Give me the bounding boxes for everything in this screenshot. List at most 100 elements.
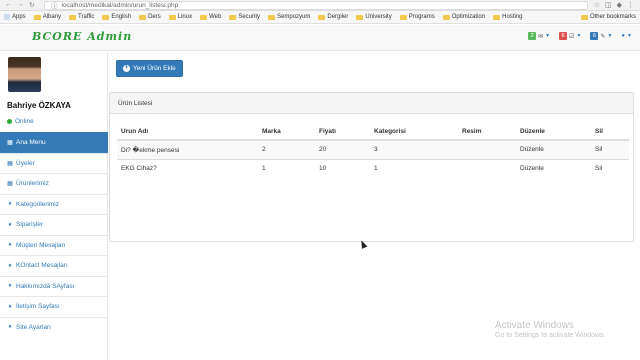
chevron-down-icon: ▼: [576, 33, 582, 39]
edit-link[interactable]: Düzenle: [520, 139, 595, 159]
bookmark-folder[interactable]: Albany: [33, 14, 61, 20]
windows-activation-watermark: Activate Windows Go to Settings to activ…: [495, 320, 606, 339]
header-icons: 2 ✉ ▼ 6 ☑ ▼ 6 ✎ ▼ ● ▼: [528, 32, 632, 40]
sidebar: Bahriye ÖZKAYA Online ▦ Ana Menu ▦ Üyeler …: [0, 52, 108, 360]
sidebar-item-iletisim[interactable]: ♦ İletişim Sayfası: [0, 296, 108, 317]
chevron-down-icon: ▼: [627, 33, 632, 39]
map-marker-icon: ♦: [8, 303, 12, 310]
tasks-dropdown[interactable]: 6 ☑ ▼: [559, 32, 581, 40]
map-marker-icon: ♦: [8, 283, 12, 290]
folder-icon: [442, 14, 450, 20]
user-dropdown[interactable]: ● ▼: [621, 33, 632, 39]
bookmark-folder[interactable]: Web: [200, 14, 221, 20]
folder-icon: [580, 14, 588, 20]
chevron-down-icon: ▼: [607, 33, 613, 39]
online-dot-icon: [7, 119, 12, 124]
watermark-subtitle: Go to Settings to activate Windows.: [495, 332, 606, 339]
alerts-badge: 6: [590, 32, 599, 40]
browser-nav: ← → ↻: [0, 1, 44, 9]
extension-icon[interactable]: ◫: [605, 1, 612, 9]
forward-icon[interactable]: →: [17, 1, 24, 9]
table-icon: ▦: [7, 140, 13, 147]
panel-title: Ürün Listesi: [110, 93, 633, 114]
cell-name: Di? �ekme pensesi: [117, 139, 262, 159]
table-header-row: Urun Adı Marka Fiyatı Kategorisi Resim D…: [117, 124, 629, 141]
messages-dropdown[interactable]: 2 ✉ ▼: [528, 32, 550, 40]
sidebar-menu: ▦ Ana Menu ▦ Üyeler ▦ Ürünlerimiz ♦ Kategori…: [0, 132, 108, 337]
edit-link[interactable]: Düzenle: [520, 158, 595, 178]
sidebar-item-urunlerimiz[interactable]: ▦ Ürünlerimiz: [0, 173, 108, 194]
bookmark-folder[interactable]: Security: [229, 14, 260, 20]
folder-icon: [200, 14, 208, 20]
sidebar-item-siparisler[interactable]: ♦ Siparişler: [0, 214, 108, 235]
map-marker-icon: ♦: [8, 221, 12, 228]
bookmark-folder[interactable]: Programs: [399, 14, 435, 20]
cell-brand: 2: [262, 139, 319, 159]
column-header: Urun Adı: [117, 124, 262, 141]
messages-badge: 2: [528, 32, 537, 40]
online-status: Online: [7, 118, 34, 125]
table-icon: ▦: [7, 160, 13, 167]
page-icon: ⓘ: [51, 3, 58, 10]
bookmark-folder[interactable]: University: [356, 14, 392, 20]
bookmark-folder[interactable]: Dergiler: [318, 14, 348, 20]
folder-icon: [139, 14, 147, 20]
table-icon: ▦: [7, 181, 13, 188]
browser-extensions: ☆ ◫ ◆ ⋮: [588, 1, 640, 9]
column-header: Resim: [462, 124, 520, 141]
extension-icon[interactable]: ◆: [617, 1, 622, 9]
plus-icon: +: [123, 65, 130, 72]
column-header: Düzenle: [520, 124, 595, 141]
bookmark-folder[interactable]: Sempozyum: [268, 14, 310, 20]
bookmark-folder[interactable]: Ders: [139, 14, 161, 20]
folder-icon: [399, 14, 407, 20]
reload-icon[interactable]: ↻: [29, 1, 35, 9]
url-field[interactable]: ⓘ localhost/medikal/admin/urun_listesi.p…: [44, 0, 588, 10]
tasks-badge: 6: [559, 32, 568, 40]
user-icon: ●: [621, 33, 626, 39]
star-icon[interactable]: ☆: [594, 1, 600, 9]
watermark-title: Activate Windows: [495, 320, 574, 331]
table-row: Di? �ekme pensesi 2 20 3 Düzenle Sil: [117, 139, 629, 159]
product-table: Urun Adı Marka Fiyatı Kategorisi Resim D…: [117, 124, 629, 178]
sidebar-username: Bahriye ÖZKAYA: [7, 101, 71, 110]
bookmark-folder[interactable]: English: [102, 14, 131, 20]
sidebar-item-musteri-mesajlari[interactable]: ♦ Müşteri Mesajları: [0, 234, 108, 256]
bookmark-folder[interactable]: Traffic: [69, 14, 94, 20]
bookmark-folder[interactable]: Optimization: [442, 14, 485, 20]
folder-icon: [318, 14, 326, 20]
menu-icon[interactable]: ⋮: [627, 1, 634, 9]
bookmark-folder[interactable]: Linux: [168, 14, 192, 20]
brand-logo[interactable]: BCORE Admin: [32, 30, 132, 43]
sidebar-item-uyeler[interactable]: ▦ Üyeler: [0, 152, 108, 174]
delete-link[interactable]: Sil: [595, 139, 629, 159]
delete-link[interactable]: Sil: [595, 158, 629, 178]
tasks-icon: ☑: [569, 33, 575, 40]
avatar: [8, 57, 41, 92]
folder-icon: [268, 14, 276, 20]
other-bookmarks[interactable]: Other bookmarks: [580, 14, 636, 20]
column-header: Fiyatı: [319, 124, 374, 141]
add-product-button[interactable]: + Yeni Ürün Ekle: [116, 60, 183, 77]
folder-icon: [102, 14, 110, 20]
cell-name: EKG Cihaz?: [117, 158, 262, 178]
chevron-down-icon: ▼: [545, 33, 551, 39]
folder-icon: [33, 14, 41, 20]
map-marker-icon: ♦: [8, 201, 12, 208]
map-marker-icon: ♦: [8, 242, 12, 249]
cell-image: [462, 158, 520, 178]
sidebar-item-site-ayarlari[interactable]: ♦ Site Ayarları: [0, 316, 108, 338]
sidebar-item-kontact-mesajlari[interactable]: ♦ KOntact Mesajları: [0, 255, 108, 276]
admin-header: BCORE Admin 2 ✉ ▼ 6 ☑ ▼ 6 ✎ ▼ ● ▼: [0, 25, 640, 51]
bookmark-apps[interactable]: Apps: [4, 14, 26, 20]
bookmark-folder[interactable]: Hosting: [493, 14, 522, 20]
product-list-panel: Ürün Listesi Urun Adı Marka Fiyatı Kateg…: [109, 92, 634, 242]
back-icon[interactable]: ←: [5, 1, 12, 9]
sidebar-item-hakkimizda[interactable]: ♦ Hakkımızdâ SAyfası: [0, 275, 108, 297]
cell-image: [462, 139, 520, 159]
cell-category: 1: [374, 158, 462, 178]
sidebar-item-ana-menu[interactable]: ▦ Ana Menu: [0, 132, 108, 153]
alerts-dropdown[interactable]: 6 ✎ ▼: [590, 32, 612, 40]
cell-category: 3: [374, 139, 462, 159]
sidebar-item-kategorilerimiz[interactable]: ♦ Kategorilerimiz: [0, 193, 108, 215]
